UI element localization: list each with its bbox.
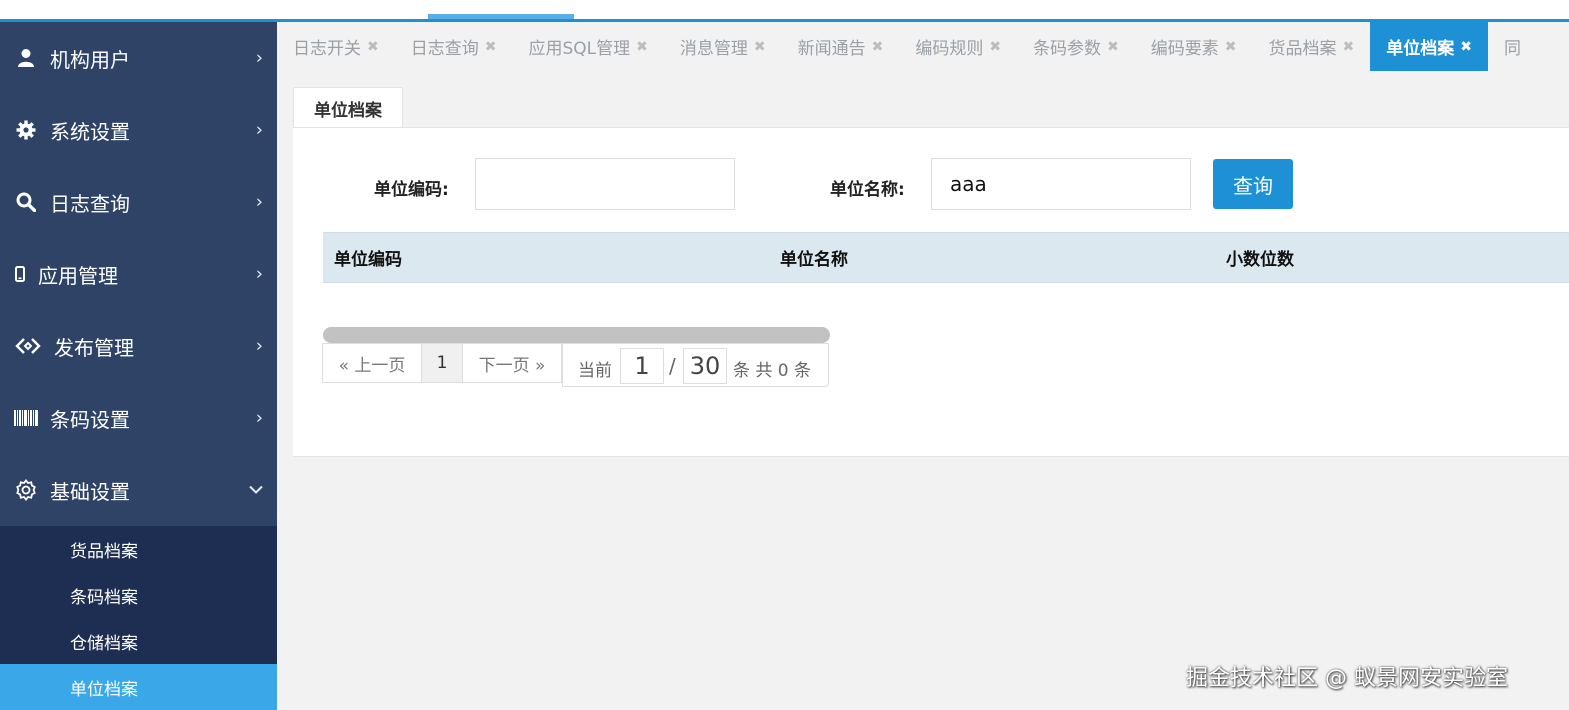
sidebar-item-label: 应用管理 — [38, 263, 118, 288]
tab-label: 货品档案 — [1268, 39, 1337, 59]
horizontal-scrollbar[interactable] — [323, 327, 830, 343]
column-header-decimal-places[interactable]: 小数位数 — [1226, 233, 1294, 282]
close-icon[interactable]: ✖ — [636, 39, 648, 55]
chevron-right-icon: › — [255, 191, 263, 213]
tab-label: 消息管理 — [679, 39, 748, 59]
tab-label: 条码参数 — [1033, 39, 1102, 59]
user-icon — [14, 46, 38, 70]
sidebar-item-basic-settings[interactable]: 基础设置 — [0, 454, 277, 526]
unit-code-label: 单位编码: — [374, 180, 449, 200]
sidebar-subitem-goods-archive[interactable]: 货品档案 — [0, 526, 277, 572]
close-icon[interactable]: ✖ — [1225, 39, 1237, 55]
tab-message-management[interactable]: 消息管理 ✖ — [664, 22, 782, 71]
tab-unit-archive[interactable]: 单位档案 ✖ — [1370, 22, 1488, 71]
close-icon[interactable]: ✖ — [872, 39, 884, 55]
close-icon[interactable]: ✖ — [754, 39, 766, 55]
sidebar-item-release-management[interactable]: 发布管理 › — [0, 310, 277, 382]
page-separator: / — [669, 354, 676, 378]
sidebar-item-app-management[interactable]: 应用管理 › — [0, 238, 277, 310]
sidebar: 机构用户 › 系统设置 › 日志查询 › 应用管理 › 发布管理 › 条码设置 … — [0, 22, 277, 710]
sidebar-item-barcode-settings[interactable]: 条码设置 › — [0, 382, 277, 454]
gear-icon — [14, 118, 38, 142]
unit-code-input[interactable] — [475, 158, 735, 210]
chevron-down-icon — [249, 485, 263, 495]
page-jump-box: 当前 1 / 30 条 共 0 条 — [562, 343, 829, 387]
chevron-right-icon: › — [255, 119, 263, 141]
tab-goods-archive[interactable]: 货品档案 ✖ — [1253, 22, 1371, 71]
total-pages-box[interactable]: 30 — [683, 348, 727, 384]
tab-label: 编码规则 — [915, 39, 984, 59]
close-icon[interactable]: ✖ — [1107, 39, 1119, 55]
page-tab-bar: 日志开关 ✖ 日志查询 ✖ 应用SQL管理 ✖ 消息管理 ✖ 新闻通告 ✖ 编码规则 ✖ 条… — [277, 22, 1569, 71]
chevron-right-icon: › — [255, 47, 263, 69]
sidebar-item-label: 发布管理 — [54, 335, 134, 360]
sidebar-item-log-query[interactable]: 日志查询 › — [0, 166, 277, 238]
sidebar-item-label: 基础设置 — [50, 479, 130, 504]
close-icon[interactable]: ✖ — [485, 39, 497, 55]
unit-name-input[interactable] — [931, 158, 1191, 210]
tab-label: 日志开关 — [293, 39, 361, 59]
close-icon[interactable]: ✖ — [1460, 39, 1472, 55]
query-button[interactable]: 查询 — [1213, 159, 1293, 209]
tab-label: 日志查询 — [410, 39, 479, 59]
tab-coding-elements[interactable]: 编码要素 ✖ — [1135, 22, 1253, 71]
tab-label: 新闻通告 — [797, 39, 866, 59]
tab-label: 应用SQL管理 — [528, 39, 631, 59]
current-page-input[interactable]: 1 — [620, 348, 664, 384]
search-icon — [14, 190, 38, 214]
chevron-right-icon: › — [255, 263, 263, 285]
next-page-button[interactable]: 下一页 » — [462, 343, 562, 383]
sidebar-item-system-settings[interactable]: 系统设置 › — [0, 94, 277, 166]
tab-app-sql[interactable]: 应用SQL管理 ✖ — [512, 22, 663, 71]
tab-label: 单位档案 — [1386, 39, 1455, 59]
record-count-text: 条 共 0 条 — [733, 361, 812, 381]
tab-coding-rules[interactable]: 编码规则 ✖ — [899, 22, 1017, 71]
column-header-unit-name[interactable]: 单位名称 — [780, 233, 848, 282]
content-panel: 单位编码: 单位名称: 查询 单位编码 单位名称 小数位数 « 上一页 1 下一… — [293, 127, 1569, 457]
page-number-button[interactable]: 1 — [421, 343, 463, 383]
current-label: 当前 — [578, 361, 612, 381]
table-header: 单位编码 单位名称 小数位数 — [323, 232, 1569, 283]
column-header-unit-code[interactable]: 单位编码 — [334, 233, 402, 282]
tab-label: 编码要素 — [1150, 39, 1219, 59]
tab-news-notice[interactable]: 新闻通告 ✖ — [782, 22, 900, 71]
chevron-right-icon: › — [255, 335, 263, 357]
tab-log-query[interactable]: 日志查询 ✖ — [395, 22, 513, 71]
sidebar-subitem-storage-archive[interactable]: 仓储档案 — [0, 618, 277, 664]
top-header-bar — [0, 0, 1569, 22]
barcode-icon — [14, 406, 38, 430]
sidebar-item-label: 条码设置 — [50, 407, 130, 432]
mobile-icon — [14, 262, 26, 286]
sidebar-submenu: 货品档案 条码档案 仓储档案 单位档案 — [0, 526, 277, 710]
sidebar-item-org-users[interactable]: 机构用户 › — [0, 22, 277, 94]
code-icon — [14, 334, 42, 358]
tab-label: 同 — [1504, 39, 1521, 59]
sidebar-item-label: 机构用户 — [50, 47, 130, 72]
sidebar-item-label: 日志查询 — [50, 191, 130, 216]
sidebar-subitem-unit-archive[interactable]: 单位档案 — [0, 664, 277, 710]
unit-name-label: 单位名称: — [830, 180, 905, 200]
settings-icon — [14, 478, 38, 502]
prev-page-button[interactable]: « 上一页 — [322, 343, 422, 383]
tab-overflow-partial[interactable]: 同 — [1488, 22, 1537, 71]
chevron-right-icon: › — [255, 407, 263, 429]
top-header-accent — [428, 14, 574, 19]
panel-tab-unit-archive[interactable]: 单位档案 — [293, 87, 403, 129]
tab-log-switch[interactable]: 日志开关 ✖ — [277, 22, 395, 71]
close-icon[interactable]: ✖ — [1343, 39, 1355, 55]
watermark: 掘金技术社区 @ 蚁景网安实验室 — [1186, 666, 1508, 691]
close-icon[interactable]: ✖ — [989, 39, 1001, 55]
tab-barcode-params[interactable]: 条码参数 ✖ — [1017, 22, 1135, 71]
sidebar-item-label: 系统设置 — [50, 119, 130, 144]
sidebar-subitem-barcode-archive[interactable]: 条码档案 — [0, 572, 277, 618]
close-icon[interactable]: ✖ — [367, 39, 379, 55]
